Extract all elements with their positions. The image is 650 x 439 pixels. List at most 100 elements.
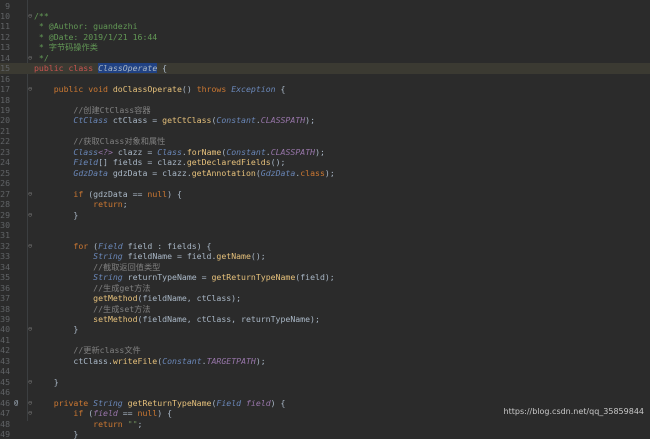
code-line[interactable]: 41 (0, 335, 650, 345)
code-text: setMethod(fieldName, ctClass, returnType… (34, 314, 320, 324)
code-line[interactable]: 39 setMethod(fieldName, ctClass, returnT… (0, 314, 650, 324)
line-number: 22 (0, 136, 10, 147)
code-line[interactable]: 44 (0, 366, 650, 376)
code-token: * @Author: guandezhi (34, 21, 138, 32)
code-text: public void doClassOperate() throws Exce… (34, 84, 286, 95)
code-token: ClassOperate (98, 63, 158, 74)
code-token: class (300, 167, 325, 178)
code-token: } (34, 428, 79, 439)
code-line[interactable]: 23 Class<?> clazz = Class.forName(Consta… (0, 147, 650, 157)
line-number: 45 (0, 376, 10, 387)
code-token: (fieldName, ctClass); (137, 293, 242, 304)
line-number: 39 (0, 314, 10, 324)
code-token: Class (34, 146, 99, 157)
code-line[interactable]: 29 ⊖ } (0, 210, 650, 220)
override-marker-icon[interactable]: @ (14, 398, 22, 408)
code-line[interactable]: 19 //创建CtClass容器 (0, 105, 650, 115)
code-token: for (34, 240, 94, 251)
code-token: GdzData (260, 167, 296, 178)
code-line[interactable]: 9 (0, 1, 650, 11)
line-number: 32 (0, 240, 10, 251)
code-text: CtClass ctClass = getCtClass(Constant.CL… (34, 115, 315, 125)
code-line[interactable]: 16 (0, 74, 650, 84)
line-number: 24 (0, 157, 10, 168)
line-number: 46 (0, 387, 10, 398)
code-text: if (field == null) { (34, 408, 172, 418)
code-token: /** (34, 10, 49, 21)
code-token: ); (305, 115, 316, 126)
code-token: ctClass. (34, 355, 113, 366)
code-line[interactable]: 10 ⊖/** (0, 11, 650, 21)
code-token: getReturnTypeName (211, 272, 296, 283)
code-line[interactable]: 36 //生成get方法 (0, 283, 650, 293)
line-number: 17 (0, 84, 10, 95)
code-line[interactable]: 27 ⊖ if (gdzData == null) { (0, 189, 650, 199)
code-token: private (34, 397, 94, 408)
code-token: String (34, 272, 128, 283)
code-text: getMethod(fieldName, ctClass); (34, 293, 241, 303)
code-line[interactable]: 26 (0, 178, 650, 188)
code-line[interactable]: 25 GdzData gdzData = clazz.getAnnotation… (0, 168, 650, 178)
code-line[interactable]: 33 String fieldName = field.getName(); (0, 251, 650, 261)
code-line[interactable]: 14 ⊖ */ (0, 53, 650, 63)
code-line[interactable]: 22 //获取Class对象和属性 (0, 136, 650, 146)
code-line[interactable]: 32 ⊖ for (Field field : fields) { (0, 241, 650, 251)
code-token: CtClass (34, 115, 113, 126)
code-line[interactable]: 30 (0, 220, 650, 230)
code-line[interactable]: 18 (0, 95, 650, 105)
code-text: * @Author: guandezhi (34, 21, 138, 31)
code-text: //生成set方法 (34, 304, 150, 314)
line-number: 16 (0, 73, 10, 84)
code-line[interactable]: 42 //更新class文件 (0, 345, 650, 355)
code-text: /** (34, 11, 49, 21)
code-token: //更新class文件 (34, 345, 141, 356)
code-text: */ (34, 53, 49, 63)
code-token: * @Date: 2019/1/21 16:44 (34, 31, 158, 42)
code-line[interactable]: 43 ctClass.writeFile(Constant.TARGETPATH… (0, 356, 650, 366)
code-line[interactable]: 24 Field[] fields = clazz.getDeclaredFie… (0, 157, 650, 167)
code-token: doClassOperate (112, 84, 182, 95)
code-text: return; (34, 199, 128, 209)
code-token: (fieldName, ctClass, returnTypeName); (137, 314, 320, 324)
code-line[interactable]: 40 ⊖ } (0, 324, 650, 334)
code-line[interactable]: 46 (0, 387, 650, 397)
code-line[interactable]: 31 (0, 230, 650, 240)
code-line[interactable]: 34 //截取返回值类型 (0, 262, 650, 272)
code-token: gdzData = clazz. (112, 167, 192, 178)
code-token: writeFile (112, 355, 158, 366)
code-line[interactable]: 11 * @Author: guandezhi (0, 21, 650, 31)
code-token: Constant (162, 355, 202, 366)
code-token: returnTypeName = (127, 272, 212, 283)
code-token: "" (127, 418, 138, 429)
code-token: [] fields = clazz. (98, 157, 187, 168)
code-token: getAnnotation (191, 167, 256, 178)
code-line[interactable]: 38 //生成set方法 (0, 304, 650, 314)
code-line[interactable]: 13 * 字节码操作类 (0, 42, 650, 52)
code-line[interactable]: 12 * @Date: 2019/1/21 16:44 (0, 32, 650, 42)
code-token: ) { (157, 408, 173, 419)
code-token: String (93, 397, 128, 408)
code-token: field (93, 408, 118, 419)
code-line[interactable]: 35 String returnTypeName = getReturnType… (0, 272, 650, 282)
code-line[interactable]: 49 } (0, 429, 650, 439)
code-token: Constant (226, 146, 266, 157)
line-number: 14 (0, 52, 10, 63)
code-text: for (Field field : fields) { (34, 241, 211, 251)
code-line[interactable]: 20 CtClass ctClass = getCtClass(Constant… (0, 115, 650, 125)
line-number: 34 (0, 261, 10, 272)
code-token: Field (216, 397, 246, 408)
code-line[interactable]: 15 public class ClassOperate { (0, 63, 650, 74)
code-token: Exception (231, 84, 276, 95)
code-editor[interactable]: 9 10 ⊖/** 11 * @Author: guandezhi 12 * @Date… (0, 0, 650, 439)
code-line[interactable]: 48 return ""; (0, 419, 650, 429)
code-line[interactable]: 17 ⊖ public void doClassOperate() throws … (0, 84, 650, 94)
code-line[interactable]: 21 (0, 126, 650, 136)
code-token: { (275, 84, 286, 95)
code-token: * 字节码操作类 (34, 42, 98, 53)
code-token: getName (216, 251, 251, 262)
line-number: 47 (0, 408, 10, 419)
code-line[interactable]: 37 getMethod(fieldName, ctClass); (0, 293, 650, 303)
code-line[interactable]: 28 return; (0, 199, 650, 209)
code-token: null (137, 408, 158, 419)
code-line[interactable]: 45 ⊖ } (0, 377, 650, 387)
